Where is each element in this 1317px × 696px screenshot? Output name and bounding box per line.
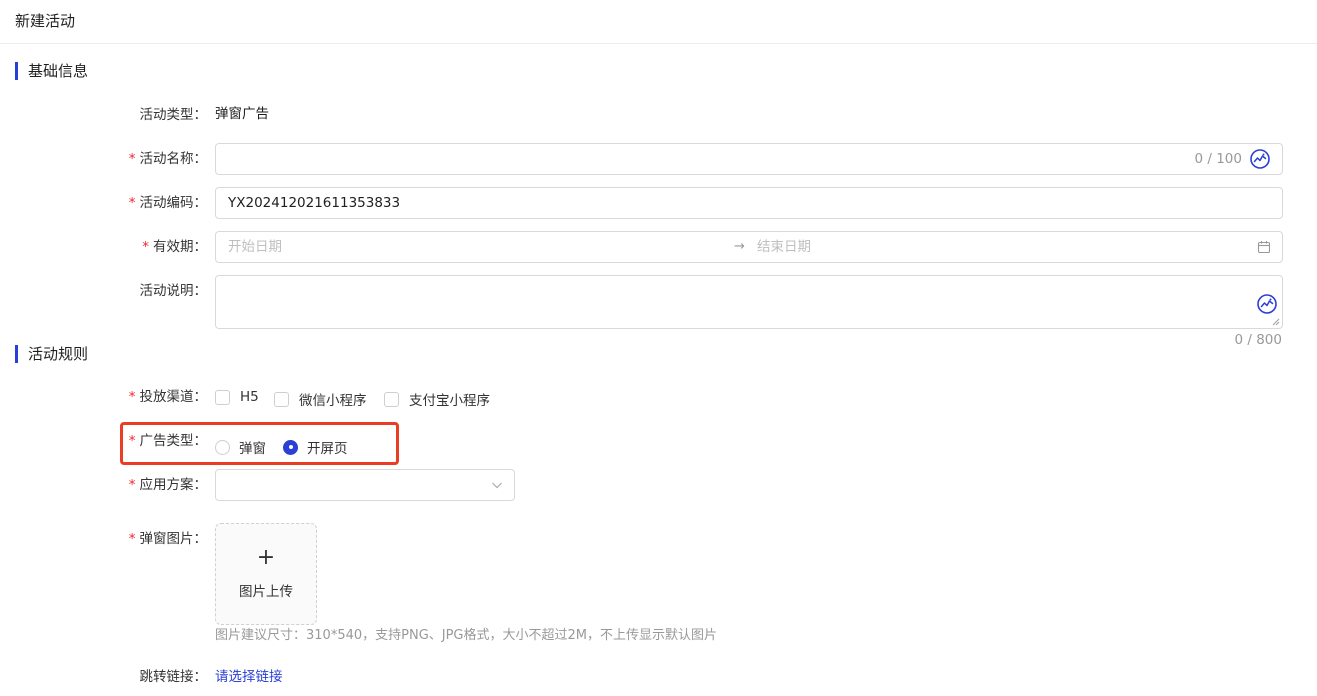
checkbox-label: 微信小程序 bbox=[299, 393, 367, 409]
radio-label: 开屏页 bbox=[307, 441, 348, 457]
end-date-field[interactable]: 结束日期 bbox=[757, 238, 811, 256]
activity-name-input[interactable]: 0 / 100 bbox=[215, 143, 1283, 175]
scheme-select[interactable] bbox=[215, 469, 515, 501]
checkbox-label: 支付宝小程序 bbox=[409, 393, 490, 409]
checkbox-label: H5 bbox=[240, 389, 259, 405]
upload-label: 图片上传 bbox=[239, 584, 293, 600]
page-header: 新建活动 bbox=[0, 0, 1317, 44]
description-counter: 0 / 800 bbox=[1234, 332, 1283, 348]
jump-link-label: 跳转链接： bbox=[139, 669, 208, 685]
page-title: 新建活动 bbox=[15, 12, 76, 30]
checkbox-box[interactable] bbox=[274, 391, 289, 407]
radio-label: 弹窗 bbox=[239, 441, 266, 457]
channels-label: * 投放渠道： bbox=[128, 389, 207, 405]
activity-name-label: * 活动名称： bbox=[128, 151, 207, 167]
activity-type-label: 活动类型： bbox=[139, 107, 208, 123]
activity-type-value: 弹窗广告 bbox=[215, 106, 269, 122]
resize-handle-icon[interactable] bbox=[1272, 318, 1280, 326]
scheme-label: * 应用方案： bbox=[128, 477, 207, 493]
section-title-rules: 活动规则 bbox=[15, 345, 88, 363]
plus-icon: + bbox=[256, 545, 276, 570]
date-range-picker[interactable]: 开始日期 → 结束日期 bbox=[215, 231, 1283, 263]
image-size-hint: 图片建议尺寸：310*540，支持PNG、JPG格式，大小不超过2M，不上传显示… bbox=[215, 628, 717, 643]
start-date-field[interactable]: 开始日期 bbox=[228, 238, 282, 256]
activity-code-input[interactable]: YX202412021611353833 bbox=[215, 187, 1283, 219]
checkbox-box[interactable] bbox=[384, 391, 399, 407]
channel-checkbox-wechat[interactable]: 微信小程序 bbox=[274, 389, 367, 409]
checkbox-box[interactable] bbox=[215, 389, 230, 405]
description-label: 活动说明： bbox=[139, 283, 208, 299]
activity-code-label: * 活动编码： bbox=[128, 195, 207, 211]
section-title-basic: 基础信息 bbox=[15, 62, 88, 80]
ad-type-label: * 广告类型： bbox=[128, 433, 207, 449]
ai-assist-icon[interactable] bbox=[1249, 148, 1271, 170]
chevron-down-icon bbox=[492, 482, 502, 489]
validity-label: * 有效期： bbox=[142, 239, 207, 255]
select-link-button[interactable]: 请选择链接 bbox=[215, 667, 283, 687]
radio-circle[interactable] bbox=[283, 439, 298, 455]
channel-checkbox-h5[interactable]: H5 bbox=[215, 389, 259, 405]
calendar-icon bbox=[1257, 241, 1271, 254]
date-separator-arrow: → bbox=[734, 239, 745, 254]
image-upload-button[interactable]: + 图片上传 bbox=[215, 523, 317, 625]
description-textarea[interactable] bbox=[215, 275, 1283, 329]
popup-image-label: * 弹窗图片： bbox=[128, 531, 207, 547]
ai-assist-icon[interactable] bbox=[1256, 293, 1278, 315]
ad-type-radio-splash[interactable]: 开屏页 bbox=[283, 437, 348, 457]
ad-type-radio-popup[interactable]: 弹窗 bbox=[215, 437, 266, 457]
channel-checkbox-alipay[interactable]: 支付宝小程序 bbox=[384, 389, 490, 409]
activity-name-counter: 0 / 100 bbox=[1194, 151, 1243, 167]
radio-circle[interactable] bbox=[215, 439, 230, 455]
